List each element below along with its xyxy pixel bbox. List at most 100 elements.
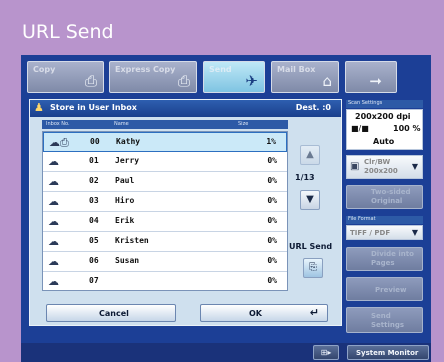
system-monitor-label: System Monitor <box>356 349 419 357</box>
network-status-button[interactable]: ⊞▸ <box>313 345 339 360</box>
url-send-icon: ⎘ <box>309 262 317 273</box>
inbox-no: 01 <box>89 156 99 165</box>
preview-button[interactable]: Preview <box>346 277 423 301</box>
inbox-icon: ☁ <box>48 155 59 168</box>
col-name: Name <box>114 121 129 127</box>
color-mode-value: Clr/BW <box>364 158 391 166</box>
inbox-name: Hiro <box>115 196 135 205</box>
inbox-name: Jerry <box>115 156 140 165</box>
tab-next[interactable]: ➞ <box>345 61 397 93</box>
arrow-right-icon: ➞ <box>369 72 382 90</box>
url-send-label: URL Send <box>289 242 333 251</box>
copy-icon: ⎙ <box>84 72 97 90</box>
inbox-no: 00 <box>90 137 100 146</box>
panel-header: ♟ Store in User Inbox Dest. :0 <box>30 100 341 117</box>
inbox-size: 0% <box>267 156 277 165</box>
url-send-button[interactable]: ⎘ <box>303 258 323 278</box>
figure-frame: URL Send Copy ⎙ Express Copy ⎙ Send ✈ Ma… <box>0 0 444 362</box>
resolution-value: 200x200 dpi <box>355 112 411 121</box>
file-format-title: File Format <box>348 216 376 222</box>
figure-caption: URL Send <box>22 21 114 43</box>
send-settings-label: Send Settings <box>371 312 405 329</box>
ratio-value: 100 % <box>393 124 421 133</box>
tab-copy-label: Copy <box>33 65 56 74</box>
inbox-no: 05 <box>89 236 99 245</box>
page-indicator: 1/13 <box>295 173 315 182</box>
inbox-icon: ☁ <box>48 255 59 268</box>
system-monitor-button[interactable]: System Monitor <box>347 345 429 360</box>
inbox-size: 0% <box>267 196 277 205</box>
ok-button[interactable]: OK ↵ <box>200 304 328 322</box>
inbox-panel: ♟ Store in User Inbox Dest. :0 Inbox No.… <box>29 99 342 326</box>
tab-express-copy-label: Express Copy <box>115 65 176 74</box>
inbox-size: 1% <box>266 137 276 146</box>
inbox-row[interactable]: ☁⎙ 00 Kathy 1% <box>43 132 287 152</box>
divide-pages-label: Divide into Pages <box>371 250 414 267</box>
express-copy-icon: ⎙ <box>177 72 190 90</box>
device-screen: Copy ⎙ Express Copy ⎙ Send ✈ Mail Box ⌂ … <box>21 55 431 362</box>
inbox-size: 0% <box>267 176 277 185</box>
inbox-no: 04 <box>89 216 99 225</box>
tab-send[interactable]: Send ✈ <box>203 61 265 93</box>
density-value: Auto <box>373 137 395 146</box>
scroll-down-button[interactable]: ▼ <box>300 190 320 210</box>
inbox-no: 03 <box>89 196 99 205</box>
cancel-button[interactable]: Cancel <box>46 304 176 322</box>
tab-express-copy[interactable]: Express Copy ⎙ <box>109 61 197 93</box>
inbox-name: Kristen <box>115 236 149 245</box>
inbox-row[interactable]: ☁ 02 Paul 0% <box>43 172 287 192</box>
inbox-icon: ☁ <box>48 275 59 288</box>
user-inbox-icon: ♟ <box>34 101 44 114</box>
inbox-no: 06 <box>89 256 99 265</box>
scan-settings-header: Scan Settings <box>346 100 423 108</box>
inbox-row[interactable]: ☁ 04 Erik 0% <box>43 212 287 232</box>
send-icon: ✈ <box>245 72 258 90</box>
tab-copy[interactable]: Copy ⎙ <box>27 61 104 93</box>
chevron-down-icon: ▼ <box>411 162 418 171</box>
inbox-name: Erik <box>115 216 135 225</box>
inbox-size: 0% <box>267 236 277 245</box>
inbox-row[interactable]: ☁ 01 Jerry 0% <box>43 152 287 172</box>
two-sided-label: Two-sided Original <box>371 188 411 205</box>
scan-settings-card[interactable]: 200x200 dpi ■/■ 100 % Auto <box>346 109 423 150</box>
color-mode-icon: ▣ <box>350 161 360 172</box>
tab-send-label: Send <box>209 65 232 74</box>
preview-label: Preview <box>375 286 407 294</box>
inbox-row[interactable]: ☁ 07 0% <box>43 272 287 292</box>
inbox-icon: ☁ <box>48 215 59 228</box>
scroll-up-button[interactable]: ▲ <box>300 145 320 165</box>
inbox-size: 0% <box>267 216 277 225</box>
inbox-icon: ☁ <box>48 235 59 248</box>
color-mode-select[interactable]: ▣ Clr/BW 200x200 ▼ <box>346 155 423 179</box>
column-header: Inbox No. Name Size <box>42 120 288 129</box>
file-format-value: TIFF / PDF <box>350 229 391 237</box>
inbox-row[interactable]: ☁ 03 Hiro 0% <box>43 192 287 212</box>
inbox-no: 02 <box>89 176 99 185</box>
send-settings-button[interactable]: Send Settings <box>346 307 423 333</box>
density-icon: ■/■ <box>351 124 369 133</box>
dest-count: Dest. :0 <box>295 103 331 112</box>
enter-icon: ↵ <box>309 306 319 319</box>
inbox-row[interactable]: ☁ 06 Susan 0% <box>43 252 287 272</box>
two-sided-button[interactable]: Two-sided Original <box>346 185 423 209</box>
file-format-select[interactable]: TIFF / PDF ▼ <box>346 225 423 240</box>
inbox-icon: ☁⎙ <box>49 136 69 149</box>
color-res-value: 200x200 <box>364 167 398 175</box>
mailbox-icon: ⌂ <box>322 72 332 90</box>
inbox-row[interactable]: ☁ 05 Kristen 0% <box>43 232 287 252</box>
inbox-name: Paul <box>115 176 135 185</box>
chevron-down-icon: ▼ <box>411 228 418 237</box>
inbox-size: 0% <box>267 256 277 265</box>
inbox-list: ☁⎙ 00 Kathy 1% ☁ 01 Jerry 0% ☁ 02 Paul 0… <box>42 131 288 291</box>
col-inbox-no: Inbox No. <box>46 121 70 127</box>
file-format-header: File Format <box>346 216 423 224</box>
tab-mailbox[interactable]: Mail Box ⌂ <box>271 61 339 93</box>
inbox-no: 07 <box>89 276 99 285</box>
inbox-name: Kathy <box>116 137 141 146</box>
divide-pages-button[interactable]: Divide into Pages <box>346 247 423 271</box>
inbox-icon: ☁ <box>48 175 59 188</box>
inbox-size: 0% <box>267 276 277 285</box>
inbox-name: Susan <box>115 256 140 265</box>
tab-mailbox-label: Mail Box <box>277 65 316 74</box>
status-bar: ⊞▸ System Monitor <box>21 343 431 362</box>
